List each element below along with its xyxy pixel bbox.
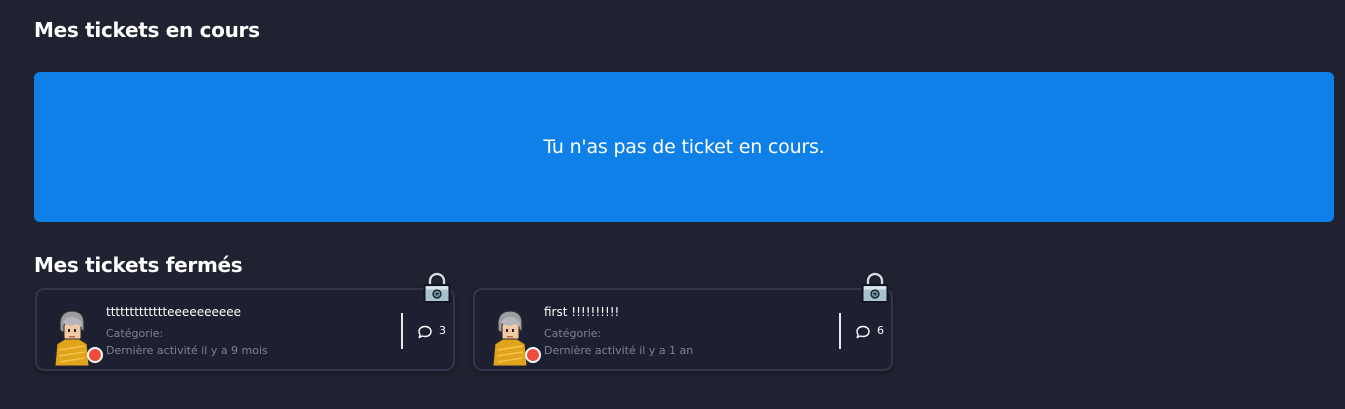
comment-count: 6 <box>877 324 884 337</box>
divider <box>401 313 403 349</box>
ticket-category: Catégorie: <box>544 327 602 340</box>
ticket-card[interactable]: first !!!!!!!!!! Catégorie: Dernière act… <box>473 272 893 371</box>
tickets-page: Mes tickets en cours Tu n'as pas de tick… <box>0 0 1345 409</box>
padlock-icon <box>861 272 889 303</box>
speech-bubble-icon <box>418 325 432 339</box>
speech-bubble-icon <box>856 325 870 339</box>
ticket-title[interactable]: ttttttttttttteeeeeeeeee <box>106 305 241 319</box>
closed-tickets-heading: Mes tickets fermés <box>34 253 243 277</box>
status-indicator <box>525 347 541 363</box>
status-indicator <box>87 347 103 363</box>
ticket-card[interactable]: ttttttttttttteeeeeeeeee Catégorie: Derni… <box>35 272 455 371</box>
empty-message: Tu n'as pas de ticket en cours. <box>543 136 825 158</box>
comment-count: 3 <box>439 324 446 337</box>
ticket-last-activity: Dernière activité il y a 1 an <box>544 344 694 357</box>
divider <box>839 313 841 349</box>
ticket-last-activity: Dernière activité il y a 9 mois <box>106 344 268 357</box>
open-tickets-heading: Mes tickets en cours <box>34 18 260 42</box>
ticket-title[interactable]: first !!!!!!!!!! <box>544 305 619 319</box>
padlock-icon <box>423 272 451 303</box>
ticket-category: Catégorie: <box>106 327 164 340</box>
no-open-tickets-banner: Tu n'as pas de ticket en cours. <box>34 72 1334 222</box>
